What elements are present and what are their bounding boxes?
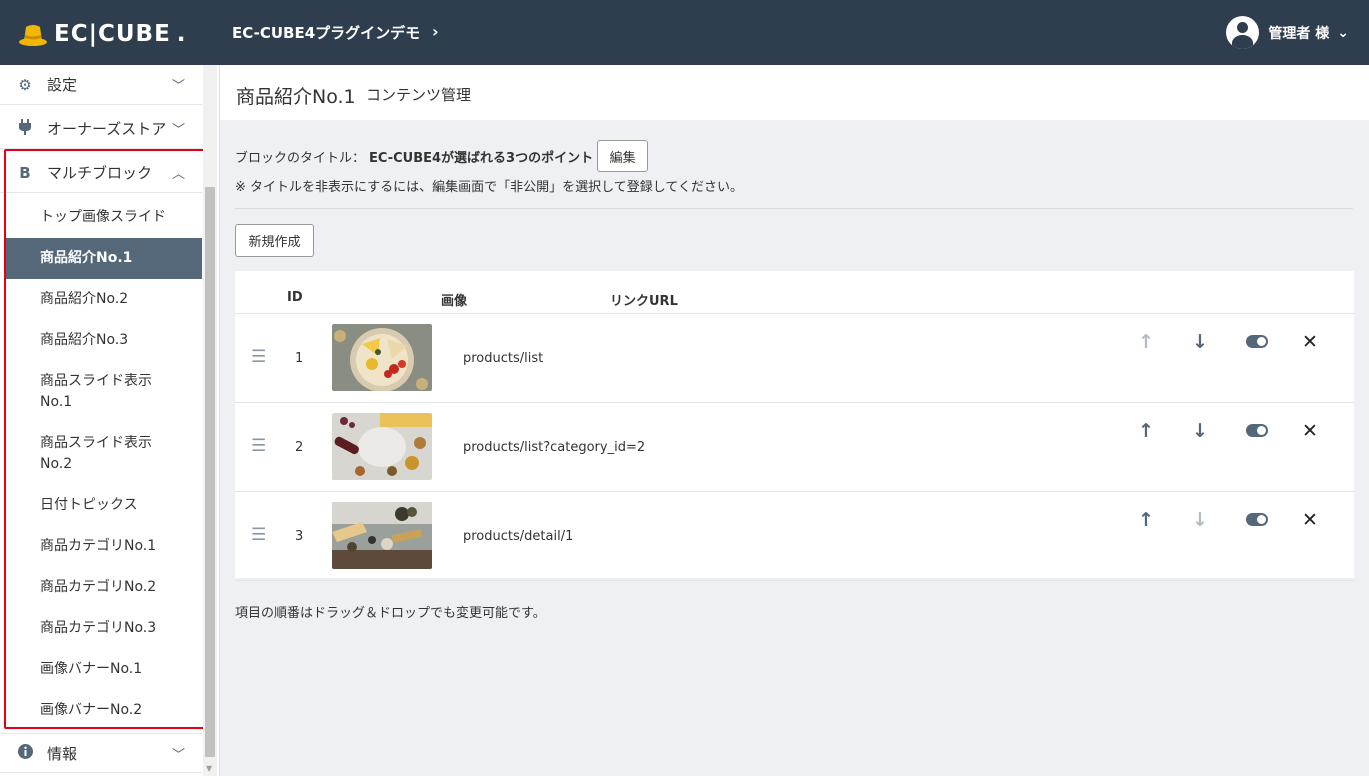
chevron-down-icon: ﹀ <box>172 747 186 763</box>
sidebar-item-label: 設定 <box>47 76 78 94</box>
row-thumbnail <box>332 324 432 391</box>
sidebar-subitem[interactable]: 商品スライド表示 No.2 <box>4 433 202 477</box>
row-link-url: products/list?category_id=2 <box>463 440 646 455</box>
column-header-url: リンクURL <box>610 294 678 309</box>
table-row[interactable]: ☰ 3 products/detail/1 ↑ ↓ ✕ <box>235 492 1354 581</box>
shop-name-link[interactable]: EC-CUBE4プラグインデモ <box>232 22 420 43</box>
edit-button[interactable]: 編集 <box>597 140 649 172</box>
sidebar-item-info[interactable]: 情報 ﹀ <box>0 733 202 773</box>
user-menu[interactable]: 管理者 様 ⌄ <box>1226 16 1349 49</box>
sidebar-subitem-active[interactable]: 商品紹介No.1 <box>4 238 202 279</box>
block-title-label: ブロックのタイトル： <box>235 150 366 166</box>
row-id: 1 <box>295 351 304 366</box>
chevron-down-icon: ⌄ <box>1337 24 1349 41</box>
divider <box>235 208 1353 209</box>
sidebar-subitem[interactable]: トップ画像スライド <box>4 197 202 238</box>
page-subtitle: コンテンツ管理 <box>366 86 472 104</box>
chevron-down-icon: ﹀ <box>172 123 186 138</box>
drag-handle-icon[interactable]: ☰ <box>251 347 266 367</box>
sidebar-item-multiblock[interactable]: B マルチブロック ︿ <box>0 153 202 193</box>
move-up-arrow-icon[interactable]: ↑ <box>1138 509 1154 531</box>
block-title-value: EC-CUBE4が選ばれる3つのポイント <box>369 150 594 166</box>
main-content: 商品紹介No.1 コンテンツ管理 ブロックのタイトル： EC-CUBE4が選ばれ… <box>220 65 1369 776</box>
row-id: 2 <box>295 440 304 455</box>
visibility-toggle-icon[interactable] <box>1246 424 1268 437</box>
sidebar-subitem[interactable]: 画像バナーNo.2 <box>4 690 202 731</box>
sidebar-subitem[interactable]: 商品カテゴリNo.3 <box>4 608 202 649</box>
sidebar-subitem[interactable]: 商品カテゴリNo.2 <box>4 567 202 608</box>
user-name: 管理者 様 <box>1268 25 1330 42</box>
move-down-arrow-icon[interactable]: ↓ <box>1192 331 1208 353</box>
row-link-url: products/detail/1 <box>463 529 574 544</box>
sidebar-item-label: マルチブロック <box>47 164 153 182</box>
sidebar-subitem[interactable]: 商品紹介No.2 <box>4 279 202 320</box>
sidebar-subitem[interactable]: 商品スライド表示 No.1 <box>4 371 202 415</box>
row-link-url: products/list <box>463 351 544 366</box>
chevron-right-icon[interactable]: › <box>432 22 439 41</box>
block-title-row: ブロックのタイトル： EC-CUBE4が選ばれる3つのポイント 編集 <box>235 140 649 172</box>
scrollbar-thumb[interactable] <box>205 187 215 757</box>
row-thumbnail <box>332 413 432 480</box>
move-up-arrow-icon[interactable]: ↑ <box>1138 331 1154 353</box>
drag-drop-note: 項目の順番はドラッグ＆ドロップでも変更可能です。 <box>235 606 546 621</box>
delete-close-icon[interactable]: ✕ <box>1302 420 1318 442</box>
chevron-up-icon: ︿ <box>172 167 186 182</box>
drag-handle-icon[interactable]: ☰ <box>251 436 266 456</box>
sidebar-item-label: 情報 <box>47 744 78 763</box>
table-row[interactable]: ☰ 2 products/list?category_id=2 ↑ ↓ ✕ <box>235 403 1354 492</box>
sidebar-subitem[interactable]: 商品カテゴリNo.1 <box>4 526 202 567</box>
delete-close-icon[interactable]: ✕ <box>1302 509 1318 531</box>
logo-text: EC|CUBE <box>54 21 171 47</box>
move-down-arrow-icon[interactable]: ↓ <box>1192 509 1208 531</box>
cube-hat-icon <box>19 25 47 46</box>
column-header-id: ID <box>287 290 303 305</box>
sidebar: ⚙ 設定 ﹀ オーナーズストア ﹀ B マルチブロック ︿ トップ画像スライド … <box>0 65 220 776</box>
sidebar-subitem[interactable]: 日付トピックス <box>4 485 202 526</box>
move-up-arrow-icon[interactable]: ↑ <box>1138 420 1154 442</box>
top-header: EC|CUBE. EC-CUBE4プラグインデモ › 管理者 様 ⌄ <box>0 0 1369 65</box>
row-id: 3 <box>295 529 304 544</box>
row-thumbnail <box>332 502 432 569</box>
sidebar-item-owners-store[interactable]: オーナーズストア ﹀ <box>0 109 202 149</box>
plug-icon <box>17 118 33 139</box>
title-bar: 商品紹介No.1 コンテンツ管理 <box>220 65 1369 120</box>
content-table: ID 画像 リンクURL ☰ 1 products/list ↑ ↓ ✕ ☰ 2… <box>235 271 1354 581</box>
b-letter-icon: B <box>19 163 31 182</box>
info-icon <box>17 743 33 763</box>
sidebar-subitem[interactable]: 画像バナーNo.1 <box>4 649 202 690</box>
sidebar-subitem[interactable]: 商品紹介No.3 <box>4 320 202 361</box>
chevron-down-icon: ﹀ <box>172 79 186 94</box>
hide-title-note: ※ タイトルを非表示にするには、編集画面で「非公開」を選択して登録してください。 <box>235 180 743 195</box>
new-create-button[interactable]: 新規作成 <box>235 224 314 257</box>
table-row[interactable]: ☰ 1 products/list ↑ ↓ ✕ <box>235 314 1354 403</box>
scroll-down-arrow-icon[interactable]: ▼ <box>206 764 212 773</box>
column-header-image: 画像 <box>441 294 468 309</box>
ec-cube-logo[interactable]: EC|CUBE. <box>18 20 187 48</box>
sidebar-item-label: オーナーズストア <box>47 120 167 138</box>
sidebar-scrollbar[interactable]: ▼ <box>203 65 217 776</box>
move-down-arrow-icon[interactable]: ↓ <box>1192 420 1208 442</box>
delete-close-icon[interactable]: ✕ <box>1302 331 1318 353</box>
sidebar-item-settings[interactable]: ⚙ 設定 ﹀ <box>0 65 202 105</box>
gear-icon: ⚙ <box>18 75 32 94</box>
visibility-toggle-icon[interactable] <box>1246 513 1268 526</box>
page-title: 商品紹介No.1 <box>236 86 356 108</box>
user-avatar-icon <box>1226 16 1260 49</box>
visibility-toggle-icon[interactable] <box>1246 335 1268 348</box>
drag-handle-icon[interactable]: ☰ <box>251 525 266 545</box>
